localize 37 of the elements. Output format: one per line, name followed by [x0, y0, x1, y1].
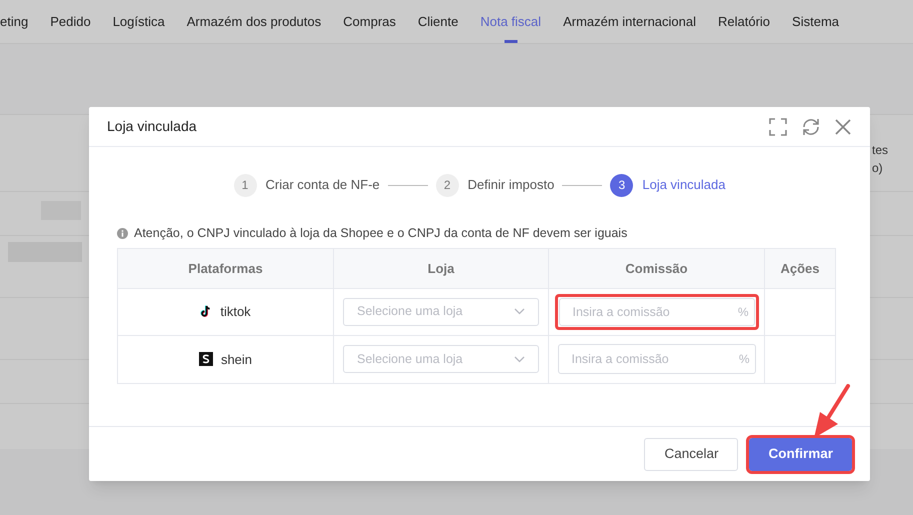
column-header-fragment: tes [872, 142, 888, 159]
chevron-down-icon [514, 356, 525, 363]
step-label: Loja vinculada [642, 176, 726, 194]
chevron-down-icon [514, 308, 525, 316]
nav-tab[interactable]: Pedido [50, 12, 91, 32]
column-header: Loja [334, 248, 549, 288]
nav-tab[interactable]: Relatório [718, 12, 770, 32]
column-header: Ações [779, 260, 821, 278]
step-label: Definir imposto [468, 176, 554, 194]
nav-tab[interactable]: Logística [112, 12, 165, 32]
notice-text: Atenção, o CNPJ vinculado à loja da Shopee e o CNPJ da conta de NF devem ser iguais [134, 225, 628, 242]
percent-unit: % [738, 304, 748, 321]
nav-tab[interactable]: Cliente [418, 12, 458, 32]
close-icon[interactable] [834, 118, 852, 136]
confirm-button[interactable]: Confirmar [749, 438, 852, 470]
column-header: Plataformas [118, 248, 334, 288]
percent-unit: % [738, 351, 750, 368]
step-number: 3 [610, 174, 634, 196]
nav-tab[interactable]: Armazém dos produtos [186, 12, 322, 32]
nav-tab[interactable]: Sistema [792, 12, 840, 32]
fullscreen-icon[interactable] [768, 116, 788, 136]
platform-name: shein [220, 350, 252, 368]
column-header-fragment: o) [872, 160, 884, 177]
cancel-button[interactable]: Cancelar [644, 438, 738, 470]
music-note-icon [200, 305, 212, 318]
step-label: Criar conta de NF-e [266, 176, 380, 194]
nav-tab[interactable]: Armazém internacional [563, 12, 696, 32]
step-number: 2 [436, 174, 459, 196]
column-header: Comissão [549, 248, 765, 288]
step-number: 1 [234, 174, 256, 196]
nav-tab[interactable]: Compras [343, 12, 396, 32]
info-icon [117, 228, 128, 239]
nav-tab[interactable]: eting [0, 12, 28, 32]
dialog-title: Loja vinculada [107, 117, 197, 136]
active-tab-indicator [504, 40, 518, 43]
platform-name: tiktok [220, 303, 251, 321]
letter-tile-icon [198, 352, 213, 366]
